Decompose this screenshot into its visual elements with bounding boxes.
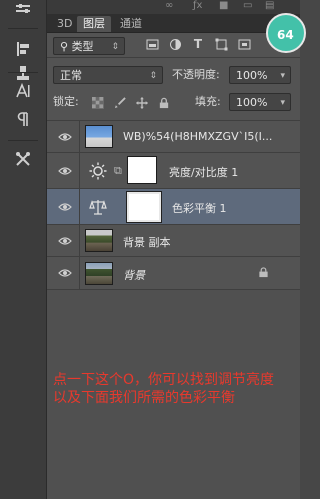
- visibility-eye-icon[interactable]: [57, 153, 73, 188]
- lock-position-icon[interactable]: [135, 96, 148, 109]
- annotation-text: 点一下这个O，你可以找到调节亮度 以及下面我们所需的色彩平衡: [53, 371, 274, 407]
- opacity-input[interactable]: 100% ▾: [229, 66, 291, 84]
- link-icon: ∞: [165, 0, 174, 11]
- lock-label: 锁定:: [53, 95, 79, 108]
- filter-pixel-icon[interactable]: [145, 37, 159, 51]
- visibility-eye-icon[interactable]: [57, 225, 73, 256]
- filter-kind-select[interactable]: ⚲ 类型 ⇕: [53, 37, 125, 55]
- fill-value: 100%: [236, 96, 268, 109]
- layer-row-selected[interactable]: 色彩平衡 1: [47, 189, 300, 225]
- filter-type-icon[interactable]: T: [191, 37, 205, 51]
- visibility-eye-icon[interactable]: [57, 189, 73, 224]
- lock-all-icon[interactable]: [157, 96, 170, 109]
- trash-icon: ▤: [265, 0, 275, 11]
- visibility-eye-icon[interactable]: [57, 257, 73, 289]
- mask-icon: ■: [219, 0, 229, 11]
- mask-link-icon[interactable]: ⧉: [114, 164, 122, 178]
- paragraph-icon[interactable]: [10, 108, 36, 130]
- layers-empty-area: 点一下这个O，你可以找到调节亮度 以及下面我们所需的色彩平衡: [47, 290, 300, 499]
- layer-thumbnail: [85, 262, 113, 285]
- tools-icon[interactable]: [10, 148, 36, 170]
- chevron-down-icon: ▾: [280, 71, 285, 81]
- panel-tab-bar: 3D 图层 通道: [47, 14, 300, 33]
- layer-name: 背景 副本: [123, 236, 171, 249]
- chevron-updown-icon: ⇕: [149, 71, 157, 81]
- layer-row[interactable]: 背景 副本: [47, 225, 300, 257]
- lock-transparency-icon[interactable]: [91, 96, 104, 109]
- blend-mode-value: 正常: [60, 69, 82, 82]
- layer-name: 色彩平衡 1: [172, 202, 227, 215]
- panel-badge: 64: [266, 13, 306, 53]
- opacity-value: 100%: [236, 69, 268, 82]
- layer-row[interactable]: WB)%54(H8HMXZGV`I5(I...: [47, 121, 300, 153]
- sun-icon: [89, 162, 107, 180]
- annotation-line-2: 以及下面我们所需的色彩平衡: [53, 390, 235, 406]
- tab-layers[interactable]: 图层: [77, 16, 111, 32]
- filter-smart-object-icon[interactable]: [237, 37, 251, 51]
- layers-list: WB)%54(H8HMXZGV`I5(I... ⧉ 亮度/对比度 1 色彩平衡 …: [47, 121, 300, 290]
- layer-row[interactable]: ⧉ 亮度/对比度 1: [47, 153, 300, 189]
- chevron-down-icon: ▾: [280, 98, 285, 108]
- layer-thumbnail: [85, 229, 113, 252]
- fx-icon: ƒx: [193, 0, 203, 11]
- visibility-eye-icon[interactable]: [57, 121, 73, 152]
- layer-name: WB)%54(H8HMXZGV`I5(I...: [123, 130, 273, 143]
- tab-3d[interactable]: 3D: [51, 16, 78, 32]
- layer-name: 背景: [123, 269, 145, 282]
- lock-brush-icon[interactable]: [113, 96, 126, 109]
- character-icon[interactable]: [10, 80, 36, 102]
- top-icon-strip: ∞ ƒx ■ ▭ ▤: [47, 0, 300, 14]
- blend-mode-select[interactable]: 正常 ⇕: [53, 66, 163, 84]
- sliders-icon[interactable]: [10, 0, 36, 22]
- align-icon[interactable]: [10, 38, 36, 60]
- folder-icon: ▭: [243, 0, 253, 11]
- balance-icon: [89, 198, 107, 216]
- fill-input[interactable]: 100% ▾: [229, 93, 291, 111]
- lock-icon: [258, 267, 270, 279]
- tool-strip: [0, 0, 47, 499]
- filter-kind-label: 类型: [71, 40, 94, 53]
- filter-adjustment-icon[interactable]: [168, 37, 182, 51]
- annotation-line-1: 点一下这个O，你可以找到调节亮度: [53, 372, 275, 388]
- tab-channels[interactable]: 通道: [114, 16, 148, 32]
- layer-mask-thumbnail[interactable]: [126, 191, 162, 223]
- search-icon: ⚲: [60, 40, 69, 53]
- fill-label: 填充:: [195, 95, 221, 108]
- layer-thumbnail: [85, 125, 113, 148]
- layer-row[interactable]: 背景: [47, 257, 300, 290]
- layer-mask-thumbnail[interactable]: [127, 156, 157, 184]
- layer-name: 亮度/对比度 1: [169, 166, 239, 179]
- badge-text: 64: [277, 28, 294, 42]
- chevron-updown-icon: ⇕: [111, 42, 119, 52]
- filter-shape-icon[interactable]: [214, 37, 228, 51]
- opacity-label: 不透明度:: [172, 68, 220, 81]
